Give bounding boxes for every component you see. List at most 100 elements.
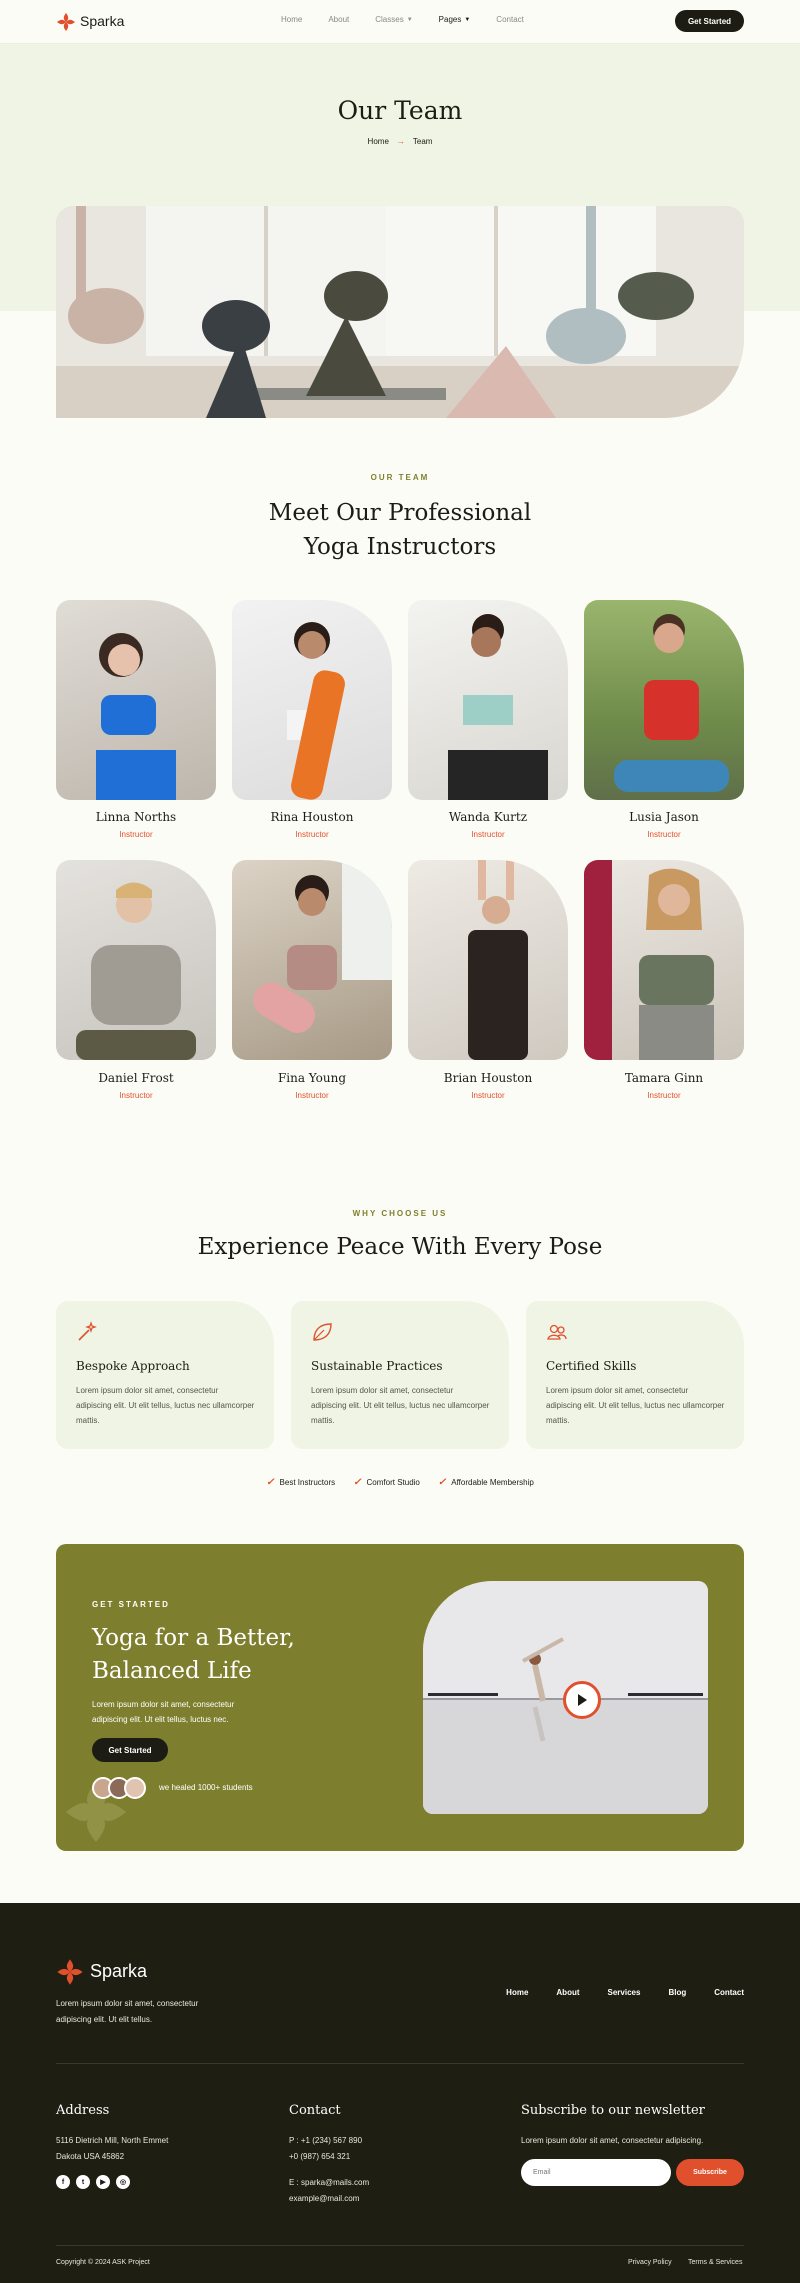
page-title: Our Team [337, 96, 463, 125]
play-button[interactable] [563, 1681, 601, 1719]
instructor-photo[interactable] [584, 860, 744, 1060]
address-line: 5116 Dietrich Mill, North Emmet [56, 2136, 169, 2145]
email-primary[interactable]: E : sparka@mails.com [289, 2175, 369, 2191]
footer-brand[interactable]: Sparka [90, 1961, 147, 1982]
instructor-role: Instructor [295, 1091, 329, 1100]
feature-title: Certified Skills [546, 1359, 637, 1373]
hero-group-yoga-image [56, 206, 744, 418]
footer-link-contact[interactable]: Contact [714, 1988, 744, 1997]
address-heading: Address [56, 2103, 110, 2118]
instructor-portrait [448, 614, 548, 800]
cta-title: Yoga for a Better, Balanced Life [92, 1625, 295, 1684]
instructor-name[interactable]: Lusia Jason [584, 810, 744, 824]
benefit-item: ✓ Best Instructors [266, 1477, 336, 1488]
instructor-portrait [468, 860, 528, 1060]
footer-link-home[interactable]: Home [506, 1988, 528, 1997]
instructor-name[interactable]: Daniel Frost [56, 1071, 216, 1085]
instructor-role: Instructor [295, 830, 329, 839]
instructor-role: Instructor [647, 830, 681, 839]
play-icon [578, 1694, 587, 1706]
instructor-name[interactable]: Wanda Kurtz [408, 810, 568, 824]
footer-link-blog[interactable]: Blog [668, 1988, 686, 1997]
nav-classes[interactable]: Classes ▼ [375, 15, 412, 24]
instructor-role: Instructor [119, 830, 153, 839]
copyright: Copyright © 2024 ASK Project [56, 2259, 150, 2266]
instagram-icon[interactable]: ◎ [116, 2175, 130, 2189]
team-heading: Meet Our Professional Yoga Instructors [268, 500, 532, 560]
instructor-portrait [96, 633, 176, 800]
instructor-photo[interactable] [584, 600, 744, 800]
benefit-item: ✓ Affordable Membership [437, 1477, 534, 1488]
instructor-name[interactable]: Fina Young [232, 1071, 392, 1085]
footer-link-services[interactable]: Services [608, 1988, 641, 1997]
instructor-portrait [584, 860, 714, 1060]
instructor-portrait [253, 860, 392, 1033]
cta-eyebrow: GET STARTED [92, 1600, 170, 1609]
facebook-icon[interactable]: f [56, 2175, 70, 2189]
breadcrumb-home[interactable]: Home [368, 137, 389, 146]
get-started-button[interactable]: Get Started [675, 10, 744, 32]
feature-card: Bespoke Approach Lorem ipsum dolor sit a… [56, 1301, 274, 1449]
footer: Sparka Lorem ipsum dolor sit amet, conse… [0, 1903, 800, 2283]
phone-primary[interactable]: P : +1 (234) 567 890 [289, 2133, 362, 2149]
instructor-photo[interactable] [408, 860, 568, 1060]
breadcrumb: Home → Team [0, 137, 800, 146]
twitter-icon[interactable]: t [76, 2175, 90, 2189]
check-icon: ✓ [437, 1477, 447, 1488]
yoga-class-illustration [56, 206, 744, 418]
newsletter-heading: Subscribe to our newsletter [521, 2103, 705, 2118]
contact-heading: Contact [289, 2103, 341, 2118]
check-icon: ✓ [266, 1477, 275, 1488]
footer-menu: Home About Services Blog Contact [478, 1988, 744, 1997]
terms-link[interactable]: Terms & Services [688, 2255, 742, 2271]
instructor-role: Instructor [119, 1091, 153, 1100]
newsletter-text: Lorem ipsum dolor sit amet, consectetur … [521, 2136, 704, 2145]
instructor-photo[interactable] [408, 600, 568, 800]
instructor-name[interactable]: Rina Houston [232, 810, 392, 824]
email-secondary[interactable]: example@mail.com [289, 2191, 359, 2207]
instructor-name[interactable]: Linna Norths [56, 810, 216, 824]
check-icon: ✓ [353, 1477, 362, 1488]
instructor-photo[interactable] [56, 600, 216, 800]
benefit-item: ✓ Comfort Studio [353, 1477, 420, 1488]
footer-link-about[interactable]: About [556, 1988, 579, 1997]
phone-secondary[interactable]: +0 (987) 654 321 [289, 2149, 350, 2165]
feature-card: Certified Skills Lorem ipsum dolor sit a… [526, 1301, 744, 1449]
feature-text: Lorem ipsum dolor sit amet, consectetur … [76, 1386, 255, 1425]
youtube-icon[interactable]: ▶ [96, 2175, 110, 2189]
footer-divider [56, 2063, 744, 2064]
feature-title: Sustainable Practices [311, 1359, 443, 1373]
instructor-name[interactable]: Tamara Ginn [584, 1071, 744, 1085]
student-avatars [92, 1777, 146, 1799]
nav-about[interactable]: About [328, 15, 349, 24]
instructor-photo[interactable] [232, 600, 392, 800]
why-eyebrow: WHY CHOOSE US [352, 1209, 448, 1218]
footer-about-text: Lorem ipsum dolor sit amet, consectetur … [56, 1999, 199, 2024]
subscribe-button[interactable]: Subscribe [676, 2159, 744, 2186]
instructor-role: Instructor [471, 830, 505, 839]
chevron-down-icon: ▼ [464, 16, 471, 23]
feature-text: Lorem ipsum dolor sit amet, consectetur … [546, 1386, 725, 1425]
cta-text: Lorem ipsum dolor sit amet, consectetur … [92, 1700, 235, 1724]
instructor-photo[interactable] [56, 860, 216, 1060]
breadcrumb-current: Team [412, 137, 433, 146]
nav-home[interactable]: Home [281, 15, 302, 24]
logo-icon[interactable] [56, 1958, 84, 1986]
cta-banner: GET STARTED Yoga for a Better, Balanced L… [56, 1544, 744, 1851]
instructor-photo[interactable] [232, 860, 392, 1060]
instructor-portrait [614, 614, 729, 792]
feature-card: Sustainable Practices Lorem ipsum dolor … [291, 1301, 509, 1449]
nav-contact[interactable]: Contact [496, 15, 524, 24]
arrow-right-icon: → [396, 137, 405, 146]
instructor-portrait [76, 882, 196, 1060]
nav-pages[interactable]: Pages ▼ [439, 15, 471, 24]
top-navbar: Sparka Home About Classes ▼ Pages ▼ Contac… [0, 0, 800, 44]
logo-icon[interactable] [56, 12, 76, 32]
cta-video-thumbnail[interactable] [423, 1581, 708, 1814]
newsletter-email-input[interactable]: Email [521, 2159, 671, 2186]
instructor-role: Instructor [471, 1091, 505, 1100]
cta-get-started-button[interactable]: Get Started [92, 1738, 168, 1762]
privacy-link[interactable]: Privacy Policy [628, 2255, 672, 2271]
brand-name[interactable]: Sparka [80, 13, 124, 29]
instructor-name[interactable]: Brian Houston [408, 1071, 568, 1085]
